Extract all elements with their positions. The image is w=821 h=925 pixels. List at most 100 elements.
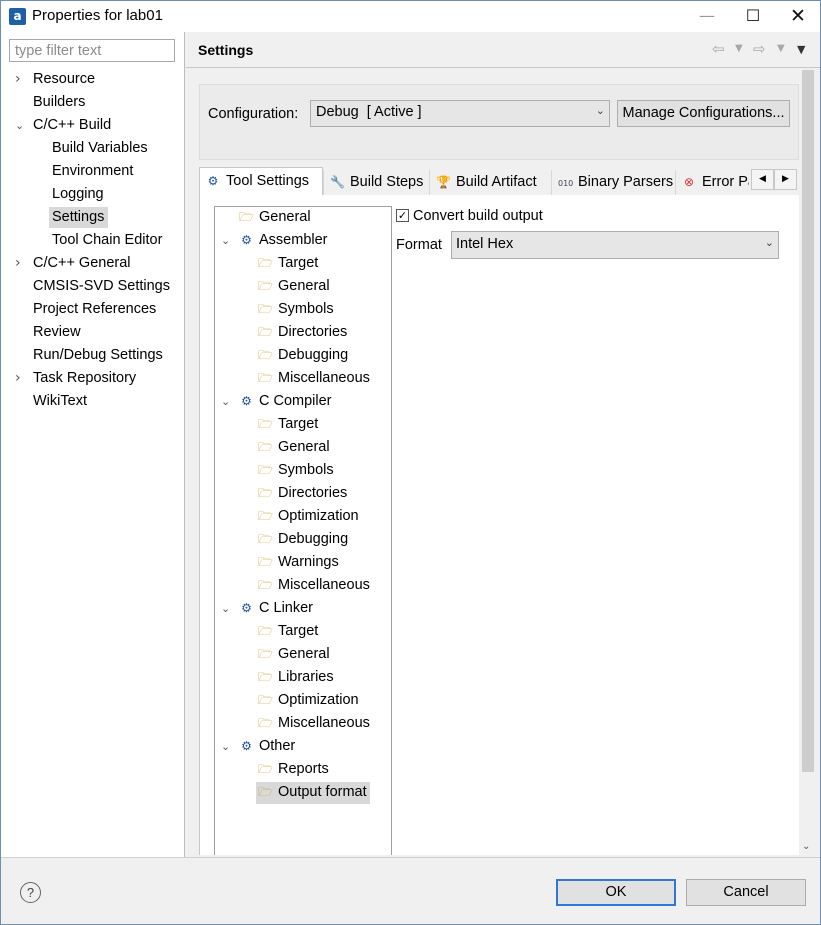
chevron-right-icon[interactable]: › — [15, 368, 21, 389]
ok-button[interactable]: OK — [556, 879, 676, 906]
tool-tree-item-c-compiler[interactable]: ⌄ ⚙ C Compiler — [221, 391, 335, 413]
tab-error-parsers[interactable]: ⊗ Error Pa — [675, 170, 749, 196]
tool-tree-item-directories[interactable]: 🗁 Directories — [256, 483, 350, 505]
sidebar-item-cmsis-svd-settings[interactable]: CMSIS-SVD Settings — [30, 276, 174, 298]
folder-options-icon: 🗁 — [258, 371, 273, 385]
chevron-down-icon[interactable]: ⌄ — [221, 598, 230, 619]
tool-tree-item-target[interactable]: 🗁 Target — [256, 621, 321, 643]
scrollbar-thumb[interactable] — [802, 70, 814, 772]
tab-build-steps[interactable]: 🔧 Build Steps — [323, 170, 429, 196]
gear-icon: ⚙ — [241, 739, 252, 753]
format-select[interactable]: Intel Hex ⌄ — [451, 231, 779, 259]
sidebar-item-tool-chain-editor[interactable]: Tool Chain Editor — [49, 230, 166, 252]
tool-tree-item-reports[interactable]: 🗁 Reports — [256, 759, 332, 781]
chevron-down-icon[interactable]: ⌄ — [15, 115, 24, 136]
tab-binary-parsers[interactable]: 010 Binary Parsers — [551, 170, 675, 196]
tab-label: Binary Parsers — [578, 174, 674, 190]
tool-tree-item-other[interactable]: ⌄ ⚙ Other — [221, 736, 298, 758]
folder-options-icon: 🗁 — [258, 440, 273, 454]
folder-options-icon: 🗁 — [258, 555, 273, 569]
tool-tree-item-miscellaneous[interactable]: 🗁 Miscellaneous — [256, 575, 373, 597]
chevron-down-icon[interactable]: ⌄ — [221, 736, 230, 757]
chevron-right-icon[interactable]: › — [15, 69, 21, 90]
maximize-button[interactable]: ☐ — [730, 1, 776, 32]
error-icon: ⊗ — [683, 175, 695, 189]
back-arrow-icon[interactable]: ⇦ — [712, 40, 725, 58]
sidebar-item-c-c-general[interactable]: › C/C++ General — [15, 253, 135, 275]
tool-tree-item-label: Optimization — [278, 692, 359, 708]
chevron-right-icon[interactable]: › — [15, 253, 21, 274]
tool-tree-item-label: Debugging — [278, 347, 349, 363]
tab-scroll-right-button[interactable]: ▶ — [774, 169, 797, 190]
tool-tree-item-label: C Compiler — [259, 393, 332, 409]
minimize-button[interactable]: — — [684, 1, 730, 32]
close-button[interactable]: ✕ — [775, 1, 821, 32]
sidebar-item-task-repository[interactable]: › Task Repository — [15, 368, 140, 390]
sidebar-item-wikitext[interactable]: WikiText — [30, 391, 91, 413]
tab-scroll-left-button[interactable]: ◀ — [751, 169, 774, 190]
forward-dropdown-icon[interactable]: ▼ — [777, 43, 785, 54]
format-value: Intel Hex — [456, 236, 514, 252]
tool-tree-item-target[interactable]: 🗁 Target — [256, 253, 321, 275]
folder-options-icon: 🗁 — [258, 624, 273, 638]
sidebar-item-run-debug-settings[interactable]: Run/Debug Settings — [30, 345, 167, 367]
tool-tree-item-optimization[interactable]: 🗁 Optimization — [256, 690, 362, 712]
sidebar-item-environment[interactable]: Environment — [49, 161, 137, 183]
tool-tree-item-label: General — [278, 278, 330, 294]
sidebar-item-build-variables[interactable]: Build Variables — [49, 138, 152, 160]
scroll-down-arrow-icon[interactable]: ⌄ — [802, 841, 810, 852]
sidebar-item-logging[interactable]: Logging — [49, 184, 108, 206]
sidebar-item-builders[interactable]: Builders — [30, 92, 89, 114]
chevron-down-icon[interactable]: ⌄ — [221, 230, 230, 251]
chevron-down-icon[interactable]: ⌄ — [221, 391, 230, 412]
tool-tree-item-label: Reports — [278, 761, 329, 777]
convert-build-output-checkbox[interactable]: ✓ — [396, 209, 409, 222]
tool-tree-item-label: Directories — [278, 324, 348, 340]
sidebar-item-label: Task Repository — [33, 370, 137, 386]
tool-tree-item-directories[interactable]: 🗁 Directories — [256, 322, 350, 344]
tool-tree-item-miscellaneous[interactable]: 🗁 Miscellaneous — [256, 368, 373, 390]
sidebar-item-review[interactable]: Review — [30, 322, 85, 344]
configuration-select[interactable]: Debug [ Active ] ⌄ — [310, 100, 610, 127]
tool-tree-item-symbols[interactable]: 🗁 Symbols — [256, 460, 337, 482]
tab-build-artifact[interactable]: 🏆 Build Artifact — [429, 170, 551, 196]
tool-tree-item-label: Debugging — [278, 531, 349, 547]
sidebar-item-label: Settings — [49, 207, 109, 228]
tool-tree-item-warnings[interactable]: 🗁 Warnings — [256, 552, 342, 574]
folder-options-icon: 🗁 — [258, 417, 273, 431]
sidebar-item-c-c-build[interactable]: ⌄ C/C++ Build — [15, 115, 115, 137]
tool-tree-item-target[interactable]: 🗁 Target — [256, 414, 321, 436]
sidebar-item-resource[interactable]: › Resource — [15, 69, 99, 91]
tool-tree-item-label: Directories — [278, 485, 348, 501]
sidebar-item-settings[interactable]: Settings — [49, 207, 109, 229]
tool-tree-item-debugging[interactable]: 🗁 Debugging — [256, 345, 351, 367]
help-button[interactable]: ? — [20, 882, 41, 903]
filter-input[interactable] — [9, 39, 175, 62]
tool-tree-item-optimization[interactable]: 🗁 Optimization — [256, 506, 362, 528]
tool-tree-item-general[interactable]: 🗁 General — [256, 437, 333, 459]
back-dropdown-icon[interactable]: ▼ — [735, 43, 743, 54]
tool-tree-item-assembler[interactable]: ⌄ ⚙ Assembler — [221, 230, 331, 252]
tool-tree-item-label: Assembler — [259, 232, 328, 248]
gear-icon: ⚙ — [241, 394, 252, 408]
tool-tree-item-symbols[interactable]: 🗁 Symbols — [256, 299, 337, 321]
tool-tree-item-c-linker[interactable]: ⌄ ⚙ C Linker — [221, 598, 316, 620]
tool-tree-item-general[interactable]: 🗁 General — [256, 276, 333, 298]
vertical-scrollbar[interactable]: ⌄ — [800, 68, 816, 854]
properties-dialog: a Properties for lab01 — ☐ ✕ › Resource Bu… — [0, 0, 821, 925]
tool-tree-item-general[interactable]: 🗁 General — [237, 207, 314, 229]
page-header: Settings ⇦ ▼ ⇨ ▼ ▼ — [186, 32, 820, 68]
sidebar-item-label: Logging — [52, 186, 104, 202]
tool-tree-item-miscellaneous[interactable]: 🗁 Miscellaneous — [256, 713, 373, 735]
cancel-button[interactable]: Cancel — [686, 879, 806, 906]
tab-tool-settings[interactable]: ⚙ Tool Settings — [199, 167, 323, 197]
tool-tree-item-output-format[interactable]: 🗁 Output format — [256, 782, 370, 804]
view-menu-icon[interactable]: ▼ — [797, 43, 805, 56]
tool-tree-item-general[interactable]: 🗁 General — [256, 644, 333, 666]
tool-tree-item-debugging[interactable]: 🗁 Debugging — [256, 529, 351, 551]
tool-tree-item-libraries[interactable]: 🗁 Libraries — [256, 667, 337, 689]
folder-options-icon: 🗁 — [258, 348, 273, 362]
sidebar-item-project-references[interactable]: Project References — [30, 299, 160, 321]
manage-configurations-button[interactable]: Manage Configurations... — [617, 100, 790, 127]
forward-arrow-icon[interactable]: ⇨ — [753, 40, 766, 58]
